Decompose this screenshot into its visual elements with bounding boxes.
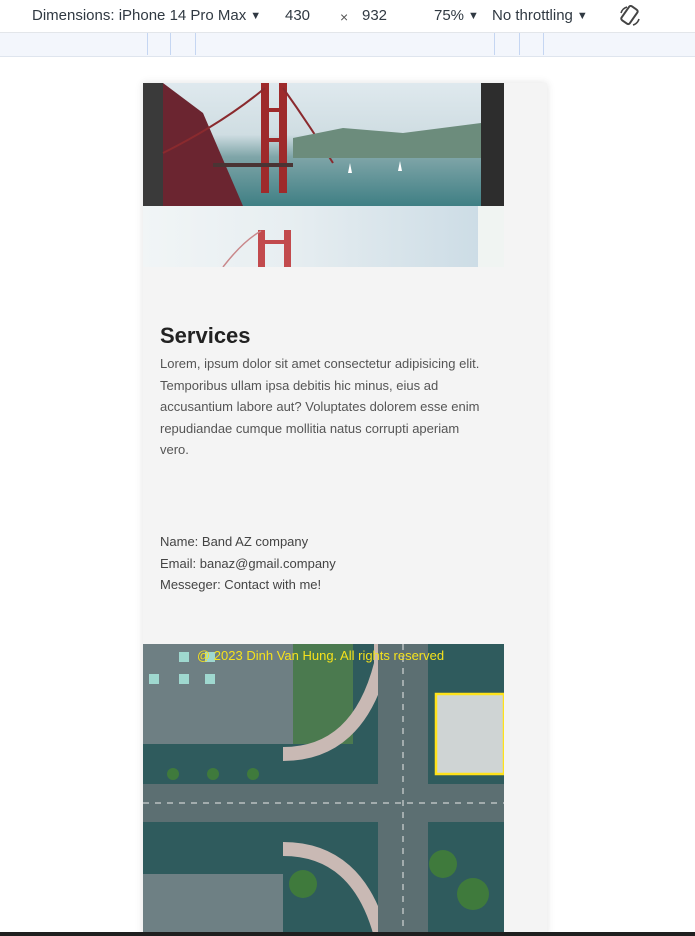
- device-dimensions-label: Dimensions: iPhone 14 Pro Max: [32, 7, 247, 24]
- footer-aerial-city-image: @ 2023 Dinh Van Hung. All rights reserve…: [143, 644, 504, 936]
- bottom-edge: [0, 932, 695, 936]
- chevron-down-icon: ▼: [576, 10, 588, 22]
- hero-image-golden-gate-blurred: [143, 206, 504, 267]
- throttling-label: No throttling: [492, 7, 573, 24]
- services-title: Services: [160, 323, 251, 348]
- emulated-viewport: Services Lorem, ipsum dolor sit amet con…: [143, 83, 547, 936]
- rotate-icon[interactable]: [618, 4, 642, 28]
- hero-image-golden-gate: [143, 83, 504, 206]
- chevron-down-icon: ▼: [250, 10, 262, 22]
- height-input[interactable]: 932: [362, 7, 387, 24]
- devtools-device-toolbar: Dimensions: iPhone 14 Pro Max ▼ 430 × 932…: [0, 0, 695, 33]
- media-query-ruler[interactable]: [0, 33, 695, 57]
- contact-email: Email: banaz@gmail.company: [160, 555, 336, 571]
- contact-messenger: Messeger: Contact with me!: [160, 577, 322, 592]
- footer-copyright: @ 2023 Dinh Van Hung. All rights reserve…: [197, 648, 445, 663]
- device-dimensions-select[interactable]: Dimensions: iPhone 14 Pro Max ▼: [32, 7, 261, 24]
- contact-name: Name: Band AZ company: [160, 534, 309, 549]
- zoom-select[interactable]: 75% ▼: [434, 7, 479, 24]
- services-description: Lorem, ipsum dolor sit amet consectetur …: [160, 356, 480, 457]
- width-input[interactable]: 430: [285, 7, 310, 24]
- throttling-select[interactable]: No throttling ▼: [492, 7, 588, 24]
- chevron-down-icon: ▼: [468, 10, 479, 22]
- zoom-label: 75%: [434, 7, 465, 24]
- dimension-separator: ×: [340, 9, 349, 25]
- contact-info: Name: Band AZ company Email: banaz@gmail…: [160, 531, 336, 596]
- services-section: Services Lorem, ipsum dolor sit amet con…: [160, 321, 480, 461]
